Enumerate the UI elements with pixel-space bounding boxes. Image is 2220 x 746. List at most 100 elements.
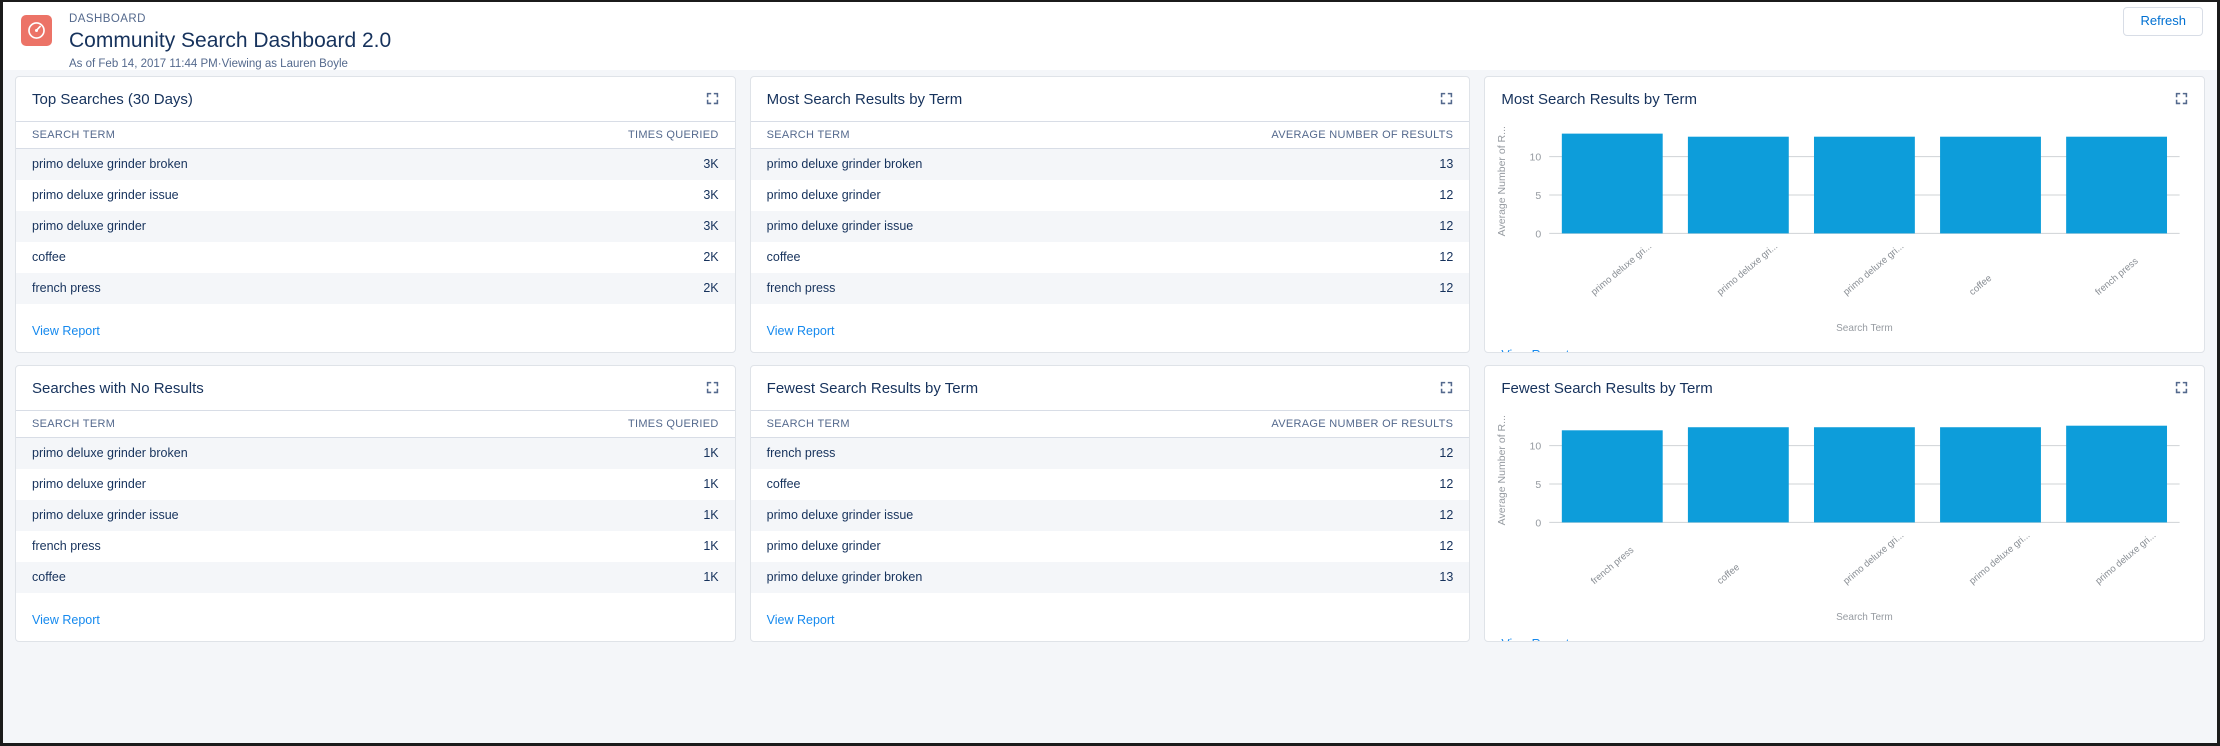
- table-row[interactable]: primo deluxe grinder issue 12: [750, 211, 1470, 242]
- cell-value: 12: [1439, 281, 1454, 295]
- view-report-link[interactable]: View Report: [767, 613, 835, 627]
- bar[interactable]: [2066, 425, 2168, 523]
- table-row[interactable]: primo deluxe grinder issue 12: [750, 500, 1470, 531]
- cell-search-term: french press: [32, 281, 101, 295]
- refresh-button[interactable]: Refresh: [2123, 7, 2203, 36]
- card-footer: View Report: [16, 312, 735, 352]
- table-row[interactable]: primo deluxe grinder issue 3K: [16, 180, 735, 211]
- x-axis-label: Search Term: [1836, 612, 1893, 623]
- table-row[interactable]: primo deluxe grinder 12: [750, 180, 1470, 211]
- y-axis-label: Average Number of R...: [1496, 126, 1508, 236]
- cell-search-term: primo deluxe grinder issue: [32, 188, 179, 202]
- card-footer: View Report: [751, 312, 1470, 352]
- cell-search-term: coffee: [766, 250, 801, 264]
- bar[interactable]: [2066, 136, 2168, 234]
- bar[interactable]: [1562, 133, 1664, 234]
- bar[interactable]: [1688, 427, 1790, 523]
- view-report-link[interactable]: View Report: [767, 324, 835, 338]
- table-row[interactable]: french press 12: [750, 437, 1470, 469]
- cell-value: 13: [1439, 570, 1454, 584]
- table-row[interactable]: primo deluxe grinder 12: [750, 531, 1470, 562]
- table-row[interactable]: french press 2K: [16, 273, 735, 304]
- view-report-link[interactable]: View Report: [1501, 348, 1569, 352]
- cell-search-term: coffee: [32, 570, 66, 584]
- expand-icon[interactable]: [1440, 381, 1453, 399]
- cell-search-term: primo deluxe grinder: [32, 477, 146, 491]
- card-footer: View Report: [1485, 625, 2204, 641]
- table-row[interactable]: primo deluxe grinder broken 1K: [16, 437, 735, 469]
- cell-search-term: primo deluxe grinder broken: [32, 157, 188, 171]
- expand-icon[interactable]: [706, 92, 719, 110]
- cell-search-term: coffee: [766, 477, 801, 491]
- dashboard-card-top-searches: Top Searches (30 Days) SEARCH TERM TIMES …: [15, 76, 736, 353]
- cell-search-term: primo deluxe grinder: [32, 219, 146, 233]
- dashboard-grid: Top Searches (30 Days) SEARCH TERM TIMES …: [3, 70, 2217, 654]
- table-row[interactable]: primo deluxe grinder broken 3K: [16, 148, 735, 180]
- table-row[interactable]: primo deluxe grinder issue 1K: [16, 500, 735, 531]
- bar[interactable]: [1814, 427, 1916, 523]
- view-report-link[interactable]: View Report: [32, 613, 100, 627]
- bar[interactable]: [1814, 136, 1916, 234]
- table-header-row: SEARCH TERM TIMES QUERIED: [16, 121, 735, 149]
- cell-value: 12: [1439, 539, 1454, 553]
- expand-icon[interactable]: [1440, 92, 1453, 110]
- x-tick-label: coffee: [1968, 273, 1995, 298]
- column-header-value[interactable]: AVERAGE NUMBER OF RESULTS: [1109, 410, 1470, 438]
- table-row[interactable]: coffee 2K: [16, 242, 735, 273]
- table-row[interactable]: coffee 12: [750, 242, 1470, 273]
- cell-search-term: primo deluxe grinder issue: [766, 219, 914, 233]
- chart-area: Average Number of R... 0 5 10 primo deluxe g…: [1485, 121, 2204, 336]
- breadcrumb-eyebrow: DASHBOARD: [69, 13, 146, 25]
- table-row[interactable]: coffee 12: [750, 469, 1470, 500]
- x-tick-label: primo deluxe gri...: [1842, 530, 1907, 587]
- column-header-search-term[interactable]: SEARCH TERM: [750, 121, 1110, 149]
- x-tick-label: primo deluxe gri...: [1968, 530, 2033, 587]
- card-header: Searches with No Results: [16, 366, 735, 410]
- table-row[interactable]: coffee 1K: [16, 562, 735, 593]
- card-title: Most Search Results by Term: [1501, 91, 1697, 108]
- column-header-value[interactable]: AVERAGE NUMBER OF RESULTS: [1109, 121, 1470, 149]
- cell-value: 1K: [703, 508, 719, 522]
- card-title: Fewest Search Results by Term: [1501, 380, 1713, 397]
- table-row[interactable]: french press 12: [750, 273, 1470, 304]
- table-header-row: SEARCH TERM AVERAGE NUMBER OF RESULTS: [750, 121, 1470, 149]
- expand-icon[interactable]: [2175, 381, 2188, 399]
- y-tick-label: 10: [1530, 152, 1542, 164]
- view-report-link[interactable]: View Report: [1501, 637, 1569, 641]
- expand-icon[interactable]: [2175, 92, 2188, 110]
- table-row[interactable]: primo deluxe grinder broken 13: [750, 148, 1470, 180]
- card-footer: View Report: [1485, 336, 2204, 352]
- column-header-value[interactable]: TIMES QUERIED: [375, 121, 735, 149]
- cell-search-term: primo deluxe grinder issue: [32, 508, 179, 522]
- card-header: Fewest Search Results by Term: [751, 366, 1470, 410]
- card-title: Fewest Search Results by Term: [766, 380, 979, 397]
- column-header-search-term[interactable]: SEARCH TERM: [16, 121, 376, 149]
- bar[interactable]: [1688, 136, 1790, 234]
- column-header-search-term[interactable]: SEARCH TERM: [750, 410, 1110, 438]
- dashboard-header: DASHBOARD Community Search Dashboard 2.0…: [3, 2, 2217, 70]
- x-tick-label: primo deluxe gri...: [1842, 241, 1907, 298]
- cell-value: 2K: [703, 281, 719, 295]
- column-header-search-term[interactable]: SEARCH TERM: [16, 410, 376, 438]
- cell-value: 12: [1439, 219, 1454, 233]
- expand-icon[interactable]: [706, 381, 719, 399]
- cell-search-term: primo deluxe grinder broken: [766, 157, 923, 171]
- cell-value: 3K: [703, 157, 719, 171]
- bar[interactable]: [1940, 427, 2042, 523]
- card-header: Top Searches (30 Days): [16, 77, 735, 121]
- table-row[interactable]: primo deluxe grinder broken 13: [750, 562, 1470, 593]
- table-row[interactable]: primo deluxe grinder 1K: [16, 469, 735, 500]
- column-header-value[interactable]: TIMES QUERIED: [375, 410, 735, 438]
- dashboard-subtitle: As of Feb 14, 2017 11:44 PM·Viewing as L…: [69, 58, 348, 70]
- page-title: Community Search Dashboard 2.0: [69, 29, 392, 52]
- table-row[interactable]: primo deluxe grinder 3K: [16, 211, 735, 242]
- header-text-block: DASHBOARD Community Search Dashboard 2.0…: [69, 10, 391, 72]
- view-report-link[interactable]: View Report: [32, 324, 100, 338]
- report-table: SEARCH TERM AVERAGE NUMBER OF RESULTS prim…: [750, 121, 1470, 304]
- bar[interactable]: [1940, 136, 2042, 234]
- table-header-row: SEARCH TERM TIMES QUERIED: [16, 410, 735, 438]
- bar[interactable]: [1562, 430, 1664, 523]
- table-row[interactable]: french press 1K: [16, 531, 735, 562]
- x-tick-label: primo deluxe gri...: [2094, 530, 2159, 587]
- cell-value: 1K: [703, 446, 719, 460]
